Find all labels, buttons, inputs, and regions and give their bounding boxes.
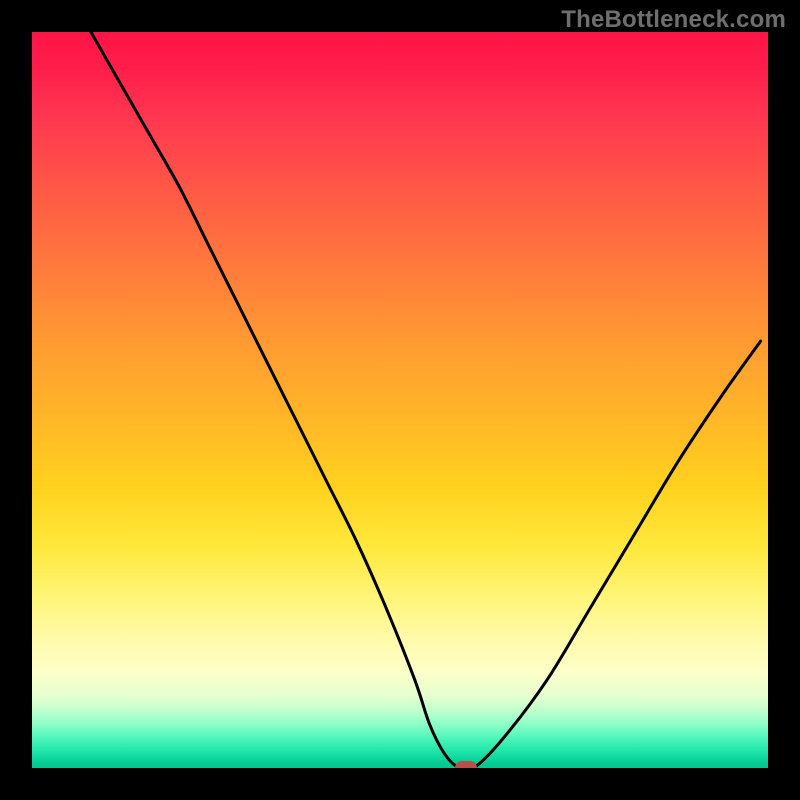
bottleneck-curve bbox=[91, 32, 761, 768]
watermark-text: TheBottleneck.com bbox=[561, 6, 786, 34]
optimal-point-marker bbox=[455, 761, 477, 768]
plot-area bbox=[32, 32, 768, 768]
curve-svg bbox=[32, 32, 768, 768]
